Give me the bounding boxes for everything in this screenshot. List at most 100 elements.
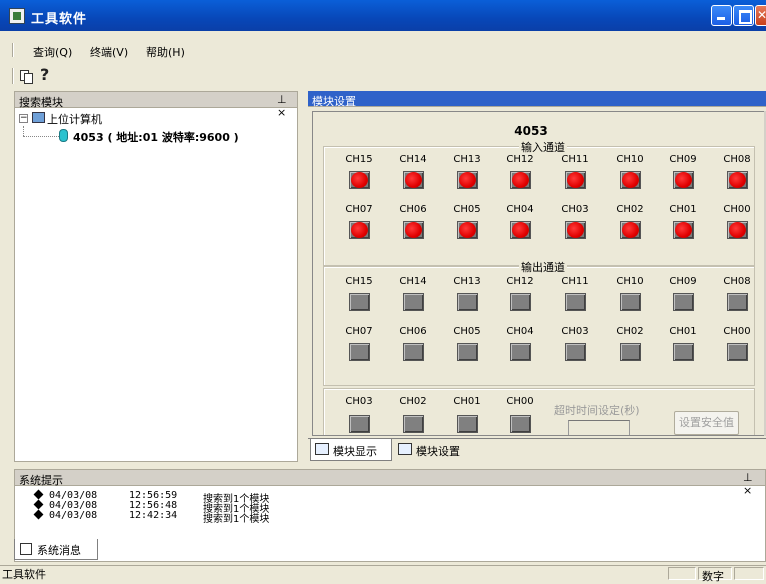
output-led-off[interactable] bbox=[349, 293, 370, 311]
channel-label: CH08 bbox=[723, 154, 751, 165]
channel-label: CH10 bbox=[616, 154, 644, 165]
toolbar-grip[interactable] bbox=[12, 68, 14, 84]
help-icon[interactable]: ? bbox=[40, 65, 49, 84]
output-led-off[interactable] bbox=[727, 343, 748, 361]
output-led-off[interactable] bbox=[457, 343, 478, 361]
channel-label: CH02 bbox=[616, 326, 644, 337]
input-led-on bbox=[727, 221, 748, 239]
app-window: 工具软件 查询(Q) 终端(V) 帮助(H) ? 搜索模块 ⊥ × − 上位计算… bbox=[0, 0, 766, 583]
output-led-off[interactable] bbox=[727, 293, 748, 311]
output-led-off[interactable] bbox=[673, 293, 694, 311]
timeout-label: 超时时间设定(秒) bbox=[554, 404, 640, 417]
collapse-icon[interactable]: − bbox=[19, 114, 28, 123]
pane-title: 模块设置 bbox=[312, 95, 356, 108]
channel-label: CH00 bbox=[506, 396, 534, 407]
pane-header: 系统提示 ⊥ × bbox=[15, 470, 765, 497]
output-led-off[interactable] bbox=[457, 293, 478, 311]
input-led-on bbox=[673, 221, 694, 239]
input-led-on bbox=[565, 171, 586, 189]
channel-label: CH03 bbox=[561, 326, 589, 337]
channel-label: CH11 bbox=[561, 154, 589, 165]
message-date: 04/03/08 bbox=[49, 510, 98, 521]
group-title: 输入通道 bbox=[519, 139, 567, 155]
tree-item-host[interactable]: 上位计算机 bbox=[47, 111, 102, 127]
toolbar: ? bbox=[0, 62, 766, 90]
channel-label: CH09 bbox=[669, 154, 697, 165]
timeout-input[interactable] bbox=[568, 420, 630, 435]
output-led-off[interactable] bbox=[403, 293, 424, 311]
tab-system-messages[interactable]: 系统消息 bbox=[14, 539, 98, 560]
output-led-off[interactable] bbox=[510, 293, 531, 311]
bullet-icon bbox=[33, 489, 44, 500]
input-led-on bbox=[457, 171, 478, 189]
input-led-on bbox=[510, 171, 531, 189]
copy-icon[interactable] bbox=[20, 70, 34, 84]
maximize-button[interactable] bbox=[733, 5, 754, 26]
channel-label: CH08 bbox=[723, 276, 751, 287]
channel-label: CH14 bbox=[399, 154, 427, 165]
output-led-off[interactable] bbox=[565, 343, 586, 361]
output-led-off[interactable] bbox=[620, 293, 641, 311]
input-led-on bbox=[620, 221, 641, 239]
input-led-on bbox=[510, 221, 531, 239]
output-led-off[interactable] bbox=[620, 343, 641, 361]
close-button[interactable] bbox=[755, 5, 766, 26]
module-settings-pane: 模块设置 4053 输入通道 输出通道 超时时间设定(秒) 设置安全值 CH15… bbox=[308, 91, 766, 462]
channel-label: CH02 bbox=[399, 396, 427, 407]
input-led-on bbox=[349, 221, 370, 239]
input-led-on bbox=[403, 171, 424, 189]
numlock-indicator: 数字 bbox=[698, 567, 732, 583]
system-messages-pane: 系统提示 ⊥ × 04/03/08 12:56:59 搜索到1个模块 04/03/08… bbox=[14, 469, 766, 562]
menu-bar: 查询(Q) 终端(V) 帮助(H) bbox=[0, 40, 766, 60]
safe-value-led[interactable] bbox=[349, 415, 370, 433]
pane-header: 模块设置 bbox=[308, 91, 766, 108]
safe-value-led[interactable] bbox=[457, 415, 478, 433]
tab-module-settings[interactable]: 模块设置 bbox=[394, 439, 474, 461]
tree-line bbox=[23, 136, 59, 137]
title-bar[interactable]: 工具软件 bbox=[0, 0, 766, 31]
pane-title: 搜索模块 bbox=[19, 96, 63, 109]
pane-pin-close[interactable]: ⊥ × bbox=[743, 471, 765, 497]
safe-value-led[interactable] bbox=[510, 415, 531, 433]
safe-value-led[interactable] bbox=[403, 415, 424, 433]
tree-line bbox=[23, 126, 24, 136]
pane-header: 搜索模块 ⊥ × bbox=[15, 92, 297, 119]
channel-label: CH14 bbox=[399, 276, 427, 287]
menu-terminal[interactable]: 终端(V) bbox=[90, 44, 128, 60]
output-led-off[interactable] bbox=[565, 293, 586, 311]
input-led-on bbox=[457, 221, 478, 239]
menubar-grip[interactable] bbox=[12, 43, 14, 57]
tab-label: 模块设置 bbox=[416, 445, 460, 458]
channel-label: CH04 bbox=[506, 326, 534, 337]
output-led-off[interactable] bbox=[349, 343, 370, 361]
channel-label: CH07 bbox=[345, 204, 373, 215]
tree-item-module[interactable]: 4053 ( 地址:01 波特率:9600 ) bbox=[73, 129, 239, 145]
channel-label: CH07 bbox=[345, 326, 373, 337]
tab-module-display[interactable]: 模块显示 bbox=[310, 439, 392, 461]
channel-label: CH15 bbox=[345, 154, 373, 165]
message-text: 搜索到1个模块 bbox=[203, 514, 270, 525]
minimize-button[interactable] bbox=[711, 5, 732, 26]
pane-pin-close[interactable]: ⊥ × bbox=[277, 93, 297, 119]
channel-label: CH12 bbox=[506, 154, 534, 165]
output-led-off[interactable] bbox=[510, 343, 531, 361]
input-led-on bbox=[620, 171, 641, 189]
module-tabs: 模块显示 模块设置 bbox=[308, 438, 766, 462]
message-icon bbox=[20, 543, 32, 555]
output-led-off[interactable] bbox=[673, 343, 694, 361]
menu-help[interactable]: 帮助(H) bbox=[146, 44, 185, 60]
channel-label: CH05 bbox=[453, 326, 481, 337]
menu-query[interactable]: 查询(Q) bbox=[33, 44, 72, 60]
channel-label: CH13 bbox=[453, 154, 481, 165]
channel-label: CH01 bbox=[453, 396, 481, 407]
input-led-on bbox=[565, 221, 586, 239]
module-icon bbox=[59, 129, 68, 142]
input-led-on bbox=[349, 171, 370, 189]
window-title: 工具软件 bbox=[31, 12, 88, 27]
set-safe-value-button[interactable]: 设置安全值 bbox=[674, 411, 739, 435]
channel-label: CH00 bbox=[723, 204, 751, 215]
channel-label: CH01 bbox=[669, 204, 697, 215]
message-time: 12:42:34 bbox=[129, 510, 178, 521]
output-led-off[interactable] bbox=[403, 343, 424, 361]
status-panel bbox=[734, 567, 764, 580]
